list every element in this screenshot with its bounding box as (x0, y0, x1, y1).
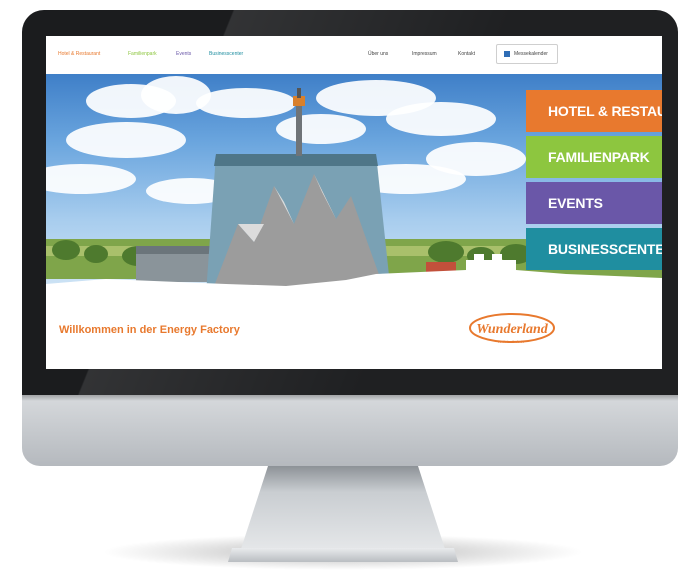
nav-link-events[interactable]: Events (176, 51, 191, 57)
wunderland-logo[interactable]: Wunderland KALKAR (467, 312, 557, 346)
monitor-chin-shadow (22, 395, 678, 401)
menu-tile-familienpark[interactable]: FAMILIENPARK (526, 136, 662, 178)
svg-text:KALKAR: KALKAR (498, 339, 526, 344)
nav-link-familienpark[interactable]: Familienpark (128, 51, 157, 57)
messekalender-button[interactable]: Messekalender (496, 44, 558, 64)
nav-link-businesscenter[interactable]: Businesscenter (209, 51, 243, 57)
hero-banner: HOTEL & RESTAURANT FAMILIENPARK EVENTS B… (46, 74, 662, 299)
stand-shadow (103, 534, 583, 570)
messekalender-label: Messekalender (514, 51, 548, 57)
svg-text:Wunderland: Wunderland (476, 322, 549, 337)
calendar-icon (504, 51, 510, 57)
nav-link-kontakt[interactable]: Kontakt (458, 51, 475, 57)
menu-tile-businesscenter[interactable]: BUSINESSCENTER (526, 228, 662, 270)
menu-tile-hotel-restaurant[interactable]: HOTEL & RESTAURANT (526, 90, 662, 132)
browser-screen: Hotel & Restaurant Familienpark Events B… (46, 36, 662, 369)
nav-link-ueber-uns[interactable]: Über uns (368, 51, 388, 57)
stand-neck (240, 466, 446, 552)
monitor-chin (22, 395, 678, 466)
stand-base (228, 548, 458, 562)
nav-link-hotel[interactable]: Hotel & Restaurant (58, 51, 100, 57)
top-navigation: Hotel & Restaurant Familienpark Events B… (46, 36, 662, 74)
nav-link-impressum[interactable]: Impressum (412, 51, 437, 57)
welcome-heading: Willkommen in der Energy Factory (59, 324, 240, 336)
menu-tile-events[interactable]: EVENTS (526, 182, 662, 224)
